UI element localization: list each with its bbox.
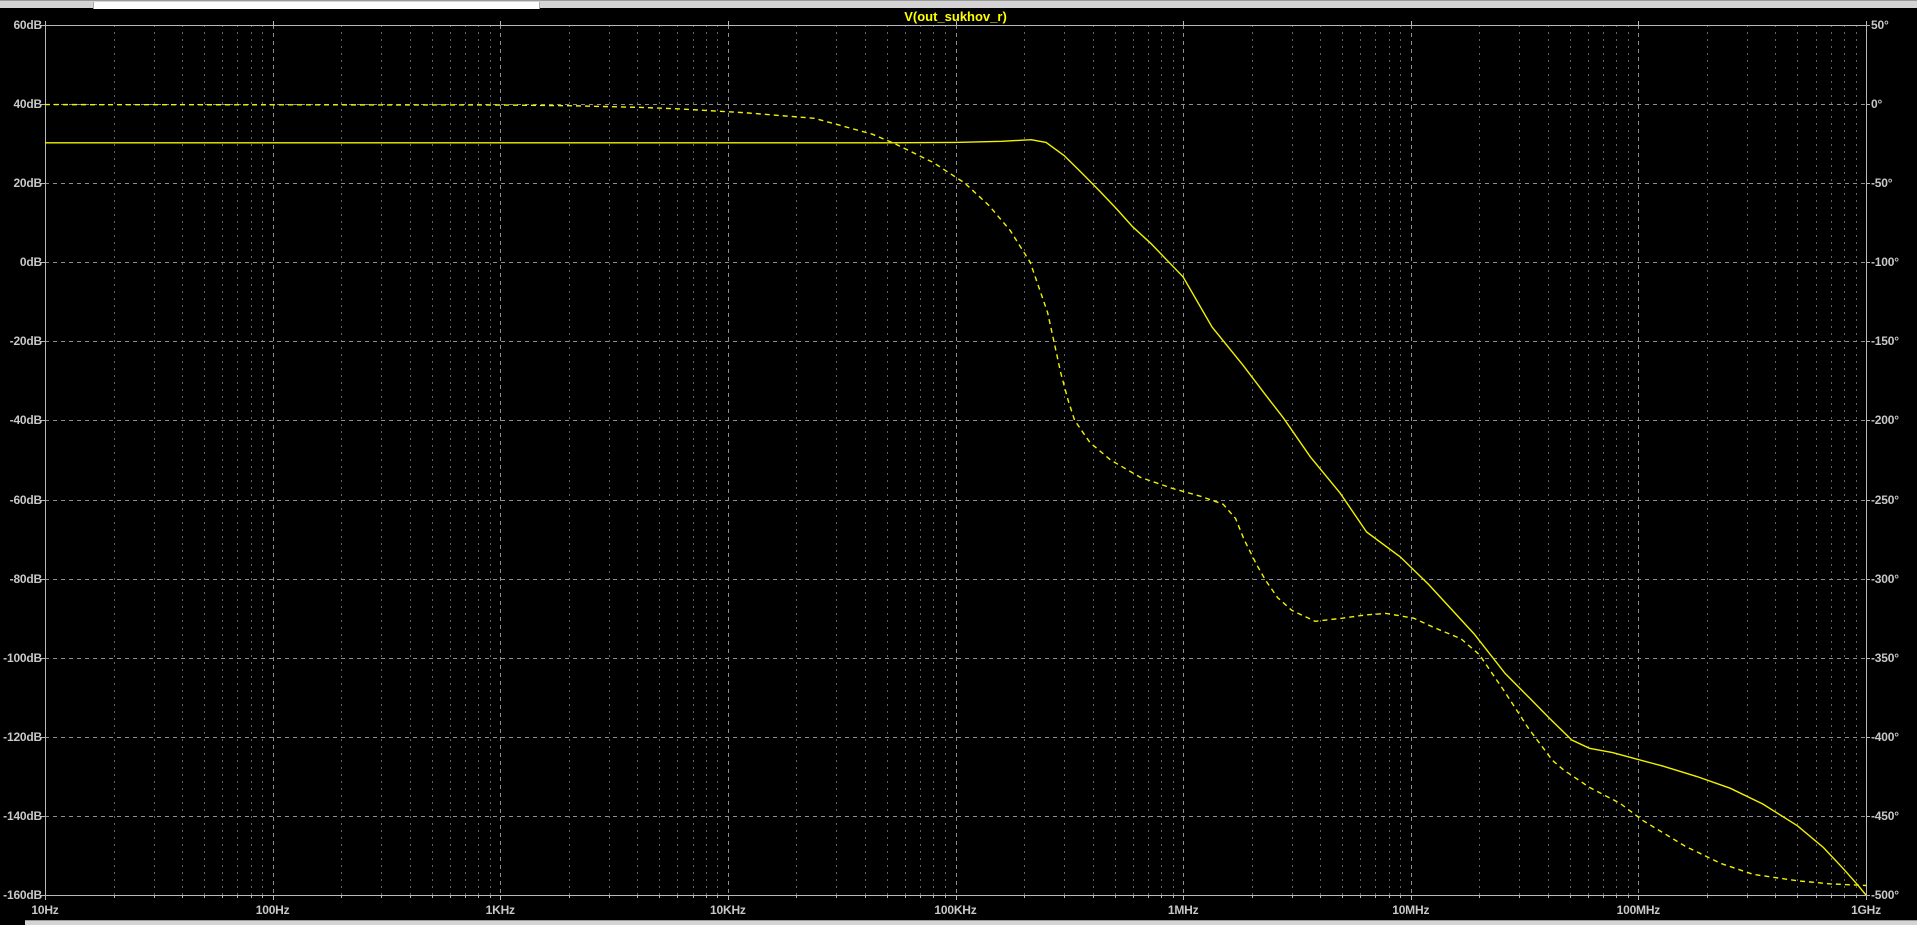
db-tick-label: -60dB [9,492,43,507]
db-tick-label: -80dB [9,571,43,586]
db-tick-label: -100dB [3,650,42,665]
phase-tick-label: -350° [1871,650,1899,665]
freq-tick-label: 100MHz [1616,903,1661,917]
statusbar-remnant-strip [25,920,1917,925]
phase-tick-label: -100° [1871,255,1899,270]
magnitude-trace[interactable] [45,138,1867,896]
phase-tick-label: 0° [1871,97,1883,112]
freq-tick-label: 1GHz [1851,903,1881,917]
freq-tick-label: 1KHz [485,903,515,917]
db-tick-label: -160dB [3,888,42,902]
phase-tick-label: -200° [1871,413,1899,428]
db-tick-label: -40dB [9,413,43,428]
phase-tick-label: -250° [1871,492,1899,507]
phase-tick-label: -50° [1871,176,1893,191]
phase-tick-label: 50° [1871,18,1889,32]
freq-tick-label: 1MHz [1167,903,1199,917]
bode-plot-canvas[interactable] [0,0,1917,925]
freq-tick-label: 10Hz [31,903,59,917]
phase-tick-label: -300° [1871,571,1899,586]
phase-tick-label: -400° [1871,729,1899,744]
db-tick-label: 20dB [13,176,42,191]
db-tick-label: 0dB [19,255,42,270]
db-tick-label: -120dB [3,729,42,744]
freq-tick-label: 100KHz [934,903,977,917]
phase-tick-label: -500° [1871,888,1899,902]
phase-tick-label: -150° [1871,334,1899,349]
freq-tick-label: 100Hz [255,903,290,917]
db-tick-label: -20dB [9,334,43,349]
db-tick-label: -140dB [3,808,42,823]
freq-tick-label: 10MHz [1392,903,1430,917]
db-tick-label: 60dB [13,18,42,32]
db-tick-label: 40dB [13,97,42,112]
phase-tick-label: -450° [1871,808,1899,823]
freq-tick-label: 10KHz [710,903,746,917]
phase-trace[interactable] [44,103,1867,887]
